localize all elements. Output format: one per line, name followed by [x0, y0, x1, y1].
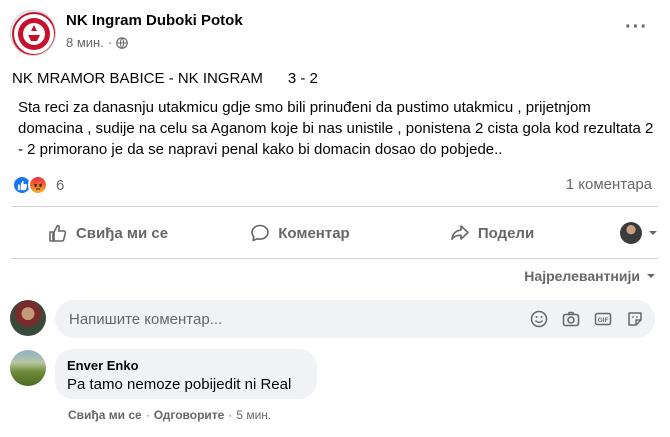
more-options-icon[interactable]: ···: [625, 17, 648, 37]
comment-like-link[interactable]: Свиђа ми се: [68, 408, 142, 422]
comment-actions: Свиђа ми се · Одговорите · 5 мин.: [68, 408, 272, 422]
comment-text: Pa tamo nemoze pobijedit ni Real: [67, 376, 292, 393]
globe-icon: [116, 36, 128, 49]
chevron-down-icon: [649, 231, 657, 235]
emoji-icon[interactable]: [529, 309, 549, 329]
angry-reaction-icon: [28, 175, 48, 195]
reaction-profile-selector[interactable]: [588, 215, 658, 251]
share-button[interactable]: Подели: [396, 215, 588, 251]
comment-button[interactable]: Коментар: [204, 215, 396, 251]
gif-icon[interactable]: GIF: [593, 309, 613, 329]
comment-author[interactable]: Enver Enko: [67, 358, 305, 373]
comment-sort-dropdown[interactable]: Најрелевантнији: [524, 268, 656, 284]
post-time[interactable]: 8 мин.: [66, 35, 104, 50]
user-avatar: [620, 222, 642, 244]
reactions-summary[interactable]: 6: [12, 175, 64, 195]
svg-text:GIF: GIF: [598, 317, 609, 324]
page-name[interactable]: NK Ingram Duboki Potok: [66, 12, 243, 29]
comment-icon: [251, 224, 270, 242]
post-actions: Свиђа ми се Коментар Подели: [12, 212, 658, 254]
share-label: Подели: [477, 224, 535, 242]
comments-count[interactable]: 1 коментара: [566, 176, 652, 193]
post-title: NK MRAMOR BABICE - NK INGRAM 3 - 2: [12, 70, 318, 87]
post-meta: 8 мин. ·: [66, 35, 128, 50]
comment-reply-link[interactable]: Одговорите: [154, 408, 225, 422]
camera-icon[interactable]: [561, 309, 581, 329]
club-crest-icon: [12, 12, 55, 55]
comment-input[interactable]: [69, 300, 519, 338]
like-label: Свиђа ми се: [75, 224, 169, 242]
post-content: NK MRAMOR BABICE - NK INGRAM 3 - 2 Sta r…: [12, 68, 657, 160]
current-user-avatar[interactable]: [10, 300, 46, 336]
comment-bubble: Enver Enko Pa tamo nemoze pobijedit ni R…: [55, 349, 317, 399]
reaction-count: 6: [56, 176, 65, 194]
comment-label: Коментар: [278, 224, 350, 242]
share-icon: [451, 225, 469, 240]
sticker-icon[interactable]: [625, 309, 645, 329]
composer-tools: GIF: [529, 309, 645, 329]
divider: [12, 206, 658, 207]
like-button[interactable]: Свиђа ми се: [12, 215, 204, 251]
thumbs-up-icon: [49, 224, 67, 242]
post-body: Sta reci za danasnju utakmicu gdje smo b…: [18, 99, 654, 158]
comment-time[interactable]: 5 мин.: [236, 408, 271, 422]
commenter-avatar[interactable]: [10, 350, 46, 386]
sort-label: Најрелевантнији: [524, 268, 640, 284]
chevron-down-icon: [647, 274, 655, 278]
divider: [12, 258, 658, 259]
page-avatar[interactable]: [10, 10, 56, 56]
comment-composer: GIF: [55, 300, 655, 338]
post-header: NK Ingram Duboki Potok 8 мин. · ···: [0, 0, 670, 62]
